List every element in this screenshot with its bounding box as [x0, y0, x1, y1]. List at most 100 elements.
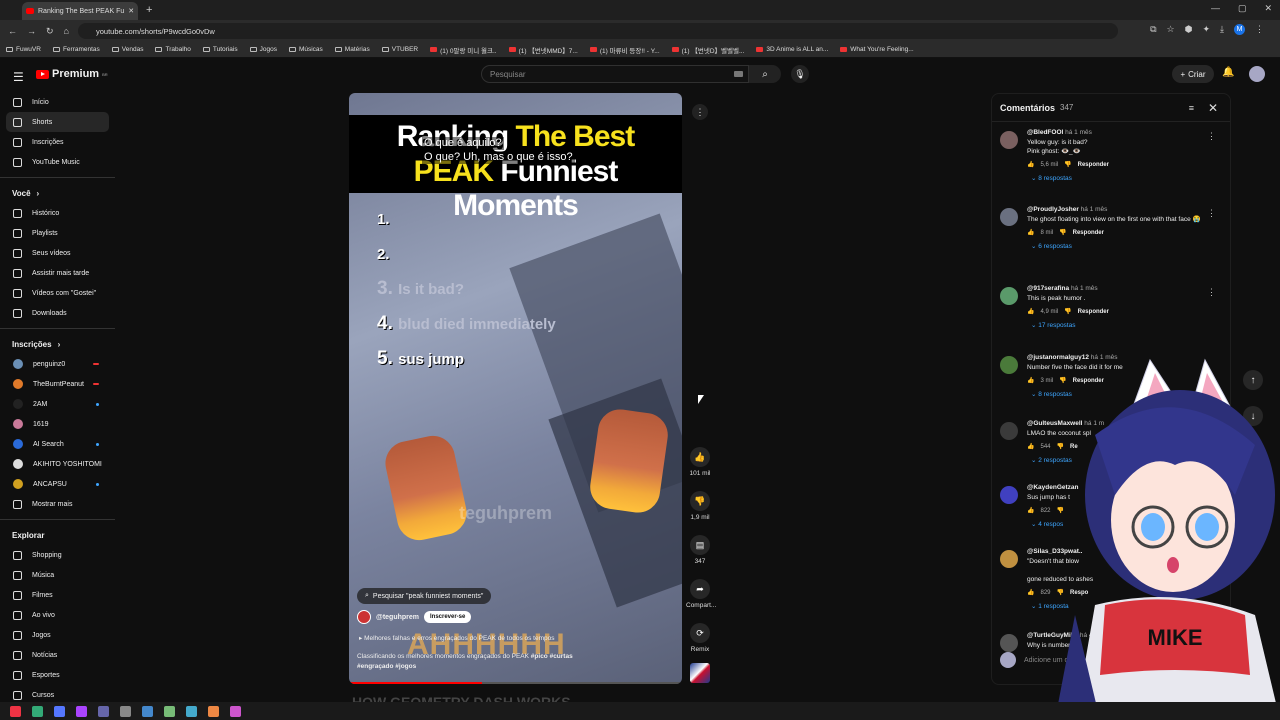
- chrome-taskbar-icon[interactable]: [10, 705, 21, 717]
- sidebar-section-heading[interactable]: Você ›: [0, 183, 115, 203]
- comment-author[interactable]: @917serafina há 1 mês: [1027, 285, 1207, 292]
- sidebar-item[interactable]: Jogos: [0, 625, 115, 645]
- commenter-avatar[interactable]: [1000, 131, 1018, 149]
- subscription-item[interactable]: TheBurntPeanut: [0, 374, 115, 394]
- reply-button[interactable]: Responder: [1078, 309, 1109, 315]
- sidebar-item[interactable]: Música: [0, 565, 115, 585]
- new-tab-button[interactable]: +: [146, 4, 152, 16]
- subscription-item[interactable]: 1619: [0, 414, 115, 434]
- more-options-button[interactable]: ⋮: [692, 104, 708, 120]
- channel-avatar[interactable]: [357, 610, 371, 624]
- account-avatar[interactable]: [1249, 66, 1265, 82]
- sidebar-item[interactable]: Shopping: [0, 545, 115, 565]
- sidebar-section-heading[interactable]: Explorar: [0, 525, 115, 545]
- maximize-icon[interactable]: ▢: [1238, 3, 1247, 14]
- app-taskbar-icon[interactable]: [230, 705, 241, 717]
- search-input[interactable]: Pesquisar: [481, 65, 749, 83]
- commenter-avatar[interactable]: [1000, 208, 1018, 226]
- bookmark-item[interactable]: Vendas: [111, 46, 143, 53]
- sidebar-item[interactable]: YouTube Music: [0, 152, 115, 172]
- bookmark-star-icon[interactable]: ☆: [1167, 24, 1175, 35]
- thumb-down-icon[interactable]: 👎: [1064, 308, 1071, 315]
- reply-button[interactable]: Responder: [1078, 162, 1109, 168]
- bookmark-item[interactable]: (1) 마류비 등장!! - Y...: [589, 45, 660, 55]
- comment-author[interactable]: @ProudlyJosher há 1 mês: [1027, 206, 1207, 213]
- extensions-puzzle-icon[interactable]: ✦: [1202, 24, 1210, 35]
- extension-icon[interactable]: ⬢: [1185, 24, 1193, 35]
- commenter-avatar[interactable]: [1000, 634, 1018, 652]
- subscription-item[interactable]: AKIHITO YOSHITOMI: [0, 454, 115, 474]
- bookmark-item[interactable]: Músicas: [288, 46, 323, 53]
- subscription-item[interactable]: penguinz0: [0, 354, 115, 374]
- bookmark-item[interactable]: (1) 0말랑 미니 월크..: [430, 45, 497, 55]
- install-icon[interactable]: ⧉: [1150, 24, 1156, 35]
- bookmark-item[interactable]: Tutoriais: [202, 46, 238, 53]
- bookmark-item[interactable]: (1) 【번넷MMD】7...: [508, 45, 578, 55]
- voice-search-button[interactable]: 🎙: [791, 65, 809, 83]
- sidebar-item[interactable]: Mostrar mais: [0, 494, 115, 514]
- bookmark-item[interactable]: VTUBER: [381, 46, 418, 53]
- sort-icon[interactable]: ≡: [1189, 103, 1194, 113]
- forward-icon[interactable]: →: [27, 26, 36, 36]
- comment-more-icon[interactable]: ⋮: [1207, 131, 1216, 142]
- sidebar-item[interactable]: Início: [0, 92, 115, 112]
- menu-icon[interactable]: ⋮: [1255, 24, 1264, 35]
- sidebar-item[interactable]: Playlists: [0, 223, 115, 243]
- bookmark-item[interactable]: (1) 【번넷D】벨벨벨...: [671, 45, 744, 55]
- sidebar-item[interactable]: Downloads: [0, 303, 115, 323]
- thumb-up-icon[interactable]: 👍: [1027, 308, 1034, 315]
- commenter-avatar[interactable]: [1000, 550, 1018, 568]
- thumb-up-icon[interactable]: 👍: [1027, 161, 1034, 168]
- bookmark-item[interactable]: Trabalho: [155, 46, 191, 53]
- subscription-item[interactable]: AI Search: [0, 434, 115, 454]
- tab-close-icon[interactable]: ✕: [128, 7, 134, 15]
- thumb-up-icon[interactable]: 👍: [1027, 377, 1034, 384]
- view-replies-button[interactable]: ⌄ 8 respostas: [1031, 174, 1207, 182]
- subscribe-button[interactable]: Inscrever-se: [424, 611, 472, 623]
- close-icon[interactable]: ✕: [1208, 101, 1218, 115]
- video-caption[interactable]: Classificando os melhores momentos engra…: [357, 652, 607, 672]
- subscription-item[interactable]: ANCAPSU: [0, 474, 115, 494]
- bookmark-item[interactable]: 3D Anime is ALL an...: [756, 46, 828, 53]
- bookmark-item[interactable]: Matérias: [334, 46, 370, 53]
- thumb-up-icon[interactable]: 👍: [1027, 443, 1034, 450]
- thumb-up-icon[interactable]: 👍: [1027, 589, 1034, 596]
- sidebar-item[interactable]: Ao vivo: [0, 605, 115, 625]
- bookmark-item[interactable]: Ferramentas: [52, 46, 100, 53]
- browser-tab[interactable]: Ranking The Best PEAK Fu ✕: [22, 2, 138, 20]
- notifications-bell-icon[interactable]: 🔔: [1222, 67, 1234, 78]
- sidebar-section-heading[interactable]: Inscrições ›: [0, 334, 115, 354]
- subscription-item[interactable]: 2AM: [0, 394, 115, 414]
- app-taskbar-icon[interactable]: [98, 705, 109, 717]
- dislike-button[interactable]: 👎 1,9 mil: [686, 491, 714, 521]
- close-window-icon[interactable]: ✕: [1264, 3, 1272, 14]
- commenter-avatar[interactable]: [1000, 356, 1018, 374]
- sidebar-item[interactable]: Assistir mais tarde: [0, 263, 115, 283]
- view-replies-button[interactable]: ⌄ 6 respostas: [1031, 242, 1207, 250]
- video-description-line[interactable]: ▸ Melhores falhas e erros engraçados do …: [359, 634, 555, 642]
- sidebar-item[interactable]: Shorts: [6, 112, 109, 132]
- like-button[interactable]: 👍 101 mil: [686, 447, 714, 477]
- thumb-up-icon[interactable]: 👍: [1027, 229, 1034, 236]
- comment-more-icon[interactable]: ⋮: [1207, 208, 1216, 219]
- keyboard-icon[interactable]: [734, 71, 743, 77]
- thumb-down-icon[interactable]: 👎: [1059, 229, 1066, 236]
- hamburger-menu-icon[interactable]: ☰: [13, 70, 24, 84]
- app-taskbar-icon[interactable]: [32, 705, 43, 717]
- commenter-avatar[interactable]: [1000, 422, 1018, 440]
- view-replies-button[interactable]: ⌄ 17 respostas: [1031, 321, 1207, 329]
- app-taskbar-icon[interactable]: [120, 705, 131, 717]
- sidebar-item[interactable]: Filmes: [0, 585, 115, 605]
- profile-avatar[interactable]: M: [1234, 24, 1245, 35]
- address-bar[interactable]: youtube.com/shorts/P9wcdGo0vDw: [78, 23, 1118, 39]
- app-taskbar-icon[interactable]: [208, 705, 219, 717]
- remix-button[interactable]: ⟳ Remix: [686, 623, 714, 653]
- create-button[interactable]: + Criar: [1172, 65, 1214, 83]
- bookmark-item[interactable]: FuwuVR: [6, 46, 41, 53]
- sidebar-item[interactable]: Vídeos com "Gostei": [0, 283, 115, 303]
- minimize-icon[interactable]: —: [1211, 3, 1220, 14]
- shorts-player[interactable]: Ranking The Best PEAK Funniest Moments O…: [349, 93, 682, 684]
- bookmark-item[interactable]: What You're Feeling...: [840, 46, 914, 53]
- app-taskbar-icon[interactable]: [76, 705, 87, 717]
- related-search-pill[interactable]: ⌕ Pesquisar "peak funniest moments": [357, 588, 492, 604]
